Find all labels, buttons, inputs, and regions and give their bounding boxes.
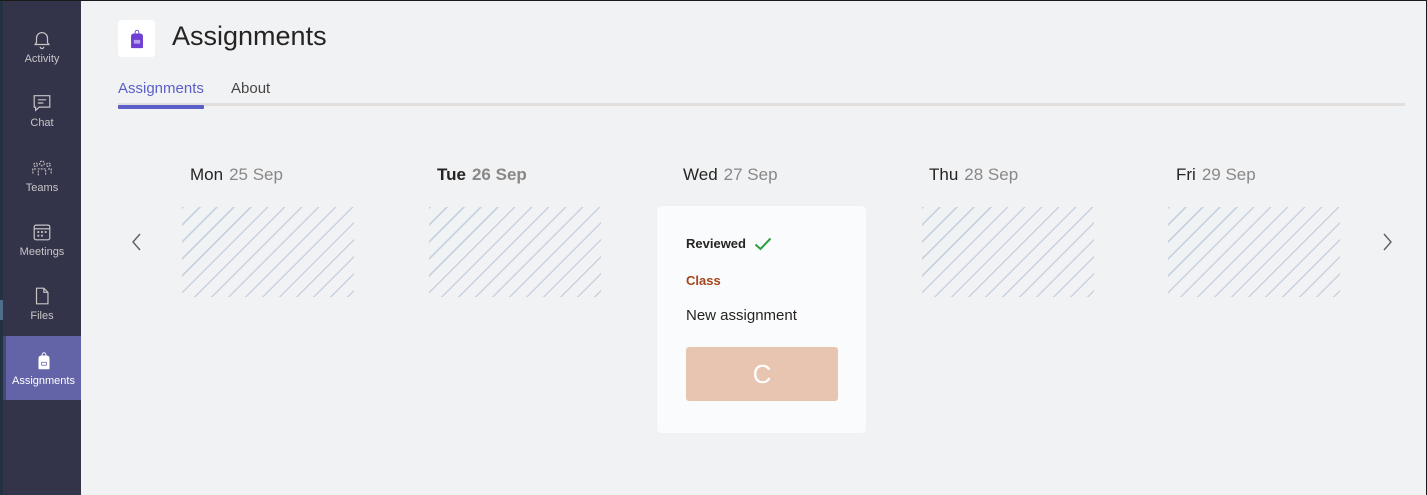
tab-bar: Assignments About <box>118 80 1405 109</box>
file-icon <box>35 287 49 304</box>
rail-item-label: Activity <box>24 52 60 65</box>
class-name: Class <box>686 273 721 288</box>
day-header-fri: Fri 29 Sep <box>1176 165 1256 185</box>
rail-item-label: Files <box>30 309 54 322</box>
rail-item-label: Teams <box>25 181 59 194</box>
day-date: 25 Sep <box>229 165 283 184</box>
rail-edge <box>0 0 3 495</box>
day-weekday: Thu <box>929 165 959 184</box>
app-rail: Activity Chat Teams Meetings Files Assig… <box>0 0 81 495</box>
day-empty-thu <box>922 207 1094 297</box>
page-title: Assignments <box>172 21 327 51</box>
rail-item-label: Meetings <box>19 245 65 258</box>
status-label: Reviewed <box>686 236 746 251</box>
rail-item-activity[interactable]: Activity <box>3 14 81 78</box>
rail-item-label: Assignments <box>12 374 75 387</box>
backpack-icon <box>130 29 143 48</box>
rail-item-chat[interactable]: Chat <box>3 78 81 142</box>
day-date: 26 Sep <box>471 165 527 184</box>
day-header-thu: Thu 28 Sep <box>929 165 1018 185</box>
day-weekday: Wed <box>683 165 718 184</box>
checkmark-icon <box>754 237 772 250</box>
day-empty-mon <box>182 207 354 297</box>
app-logo <box>118 20 155 57</box>
day-date: 29 Sep <box>1201 165 1256 184</box>
chevron-left-icon <box>132 233 141 251</box>
backpack-icon <box>38 351 49 369</box>
rail-item-assignments[interactable]: Assignments <box>3 336 81 400</box>
assignment-card[interactable]: Reviewed Class New assignment C <box>657 206 866 433</box>
previous-week-button[interactable] <box>125 230 149 254</box>
day-empty-fri <box>1168 207 1340 297</box>
tab-assignments[interactable]: Assignments <box>118 80 204 109</box>
chevron-right-icon <box>1383 233 1392 251</box>
bell-icon <box>33 31 51 49</box>
next-week-button[interactable] <box>1375 230 1399 254</box>
rail-item-files[interactable]: Files <box>3 271 81 335</box>
rail-item-meetings[interactable]: Meetings <box>3 207 81 271</box>
day-weekday: Fri <box>1176 165 1196 184</box>
day-weekday: Mon <box>190 165 224 184</box>
rail-edge-mark <box>0 300 3 320</box>
grade-button[interactable]: C <box>686 347 838 401</box>
calendar-icon <box>33 224 51 240</box>
day-empty-tue <box>429 207 601 297</box>
day-date: 27 Sep <box>723 165 778 184</box>
grade-value: C <box>752 358 772 389</box>
chat-icon <box>33 94 51 112</box>
day-weekday: Tue <box>437 165 466 184</box>
teams-icon <box>32 159 52 175</box>
day-header-mon: Mon 25 Sep <box>190 165 283 185</box>
tab-about[interactable]: About <box>231 80 270 106</box>
day-header-tue: Tue 26 Sep <box>437 165 527 185</box>
status-badge: Reviewed <box>686 236 772 251</box>
day-date: 28 Sep <box>964 165 1019 184</box>
rail-item-label: Chat <box>30 116 54 129</box>
rail-item-teams[interactable]: Teams <box>3 143 81 207</box>
day-header-wed: Wed 27 Sep <box>683 165 778 185</box>
assignment-title[interactable]: New assignment <box>686 307 797 324</box>
